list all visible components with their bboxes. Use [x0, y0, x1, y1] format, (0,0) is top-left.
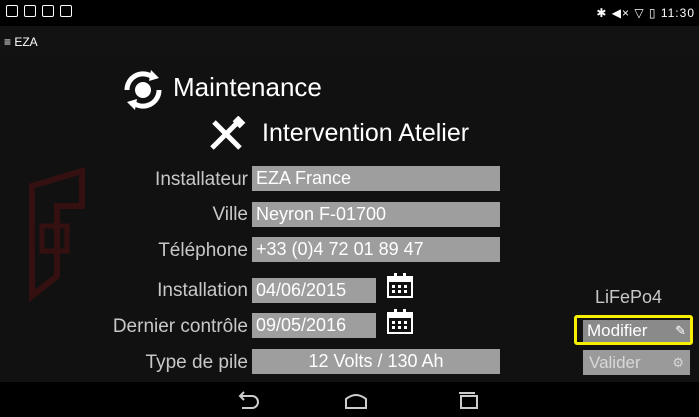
notification-icons — [6, 5, 72, 17]
battery-type-label: LiFePo4 — [595, 287, 663, 307]
status-time: ✱ ◀× ▽ ▯ 11:30 — [596, 6, 695, 20]
type-pile-label: Type de pile — [145, 352, 248, 373]
back-icon[interactable] — [236, 390, 260, 410]
tools-icon — [210, 116, 246, 150]
calendar-icon[interactable] — [386, 308, 414, 334]
app-bar: ≡ EZA — [0, 26, 699, 56]
page-title: Maintenance — [173, 72, 322, 102]
telephone-label: Téléphone — [158, 240, 248, 261]
installateur-label: Installateur — [155, 169, 248, 190]
type-pile-field[interactable]: 12 Volts / 130 Ah — [252, 349, 500, 374]
valider-button[interactable]: Valider ⚙ — [583, 350, 690, 375]
modifier-button[interactable]: Modifier ✎ — [583, 320, 690, 342]
status-bar: ✱ ◀× ▽ ▯ 11:30 — [0, 0, 699, 26]
maintenance-cycle-icon — [124, 70, 162, 110]
ville-label: Ville — [212, 204, 248, 225]
page-subtitle: Intervention Atelier — [262, 119, 470, 147]
installateur-field[interactable]: EZA France — [252, 166, 500, 191]
telephone-field[interactable]: +33 (0)4 72 01 89 47 — [252, 237, 500, 262]
notification-icon — [42, 5, 54, 17]
navigation-bar — [0, 382, 699, 417]
dernier-controle-date-field[interactable]: 09/05/2016 — [252, 313, 376, 338]
calendar-icon[interactable] — [386, 272, 414, 298]
settings-icon: ⚙ — [672, 355, 684, 370]
dernier-controle-label: Dernier contrôle — [112, 316, 248, 337]
installation-label: Installation — [157, 280, 248, 301]
plug-watermark-icon — [29, 166, 85, 303]
installation-date-field[interactable]: 04/06/2015 — [252, 278, 376, 303]
home-icon[interactable] — [344, 390, 368, 410]
app-menu-title[interactable]: ≡ EZA — [4, 35, 38, 49]
notification-icon — [6, 5, 18, 17]
valider-label: Valider — [589, 353, 641, 372]
pencil-icon: ✎ — [675, 323, 686, 338]
modifier-label: Modifier — [587, 321, 648, 340]
notification-icon — [24, 5, 36, 17]
recent-apps-icon[interactable] — [456, 390, 480, 410]
ville-field[interactable]: Neyron F-01700 — [252, 202, 500, 227]
notification-icon — [60, 5, 72, 17]
